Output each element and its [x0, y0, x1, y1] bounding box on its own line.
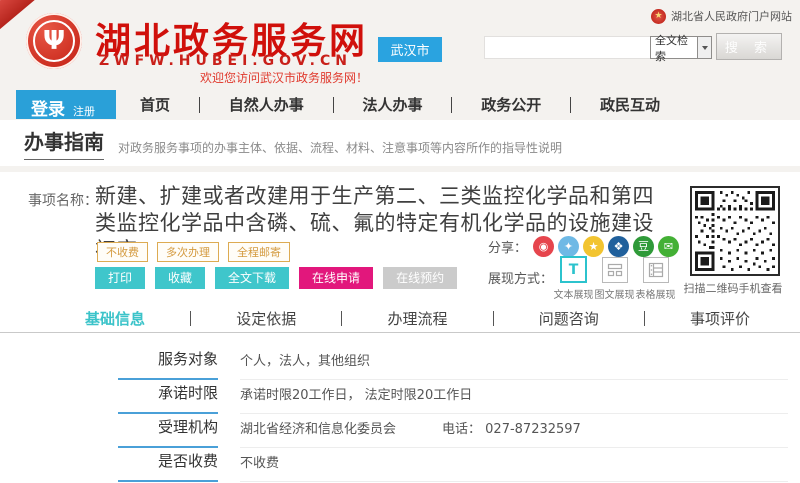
tag-no-fee: 不收费	[97, 242, 148, 262]
item-tags: 不收费 多次办理 全程邮寄	[97, 242, 290, 262]
detail-row-accepting-agency: 受理机构 湖北省经济和信息化委员会 电话： 027-87232597	[118, 414, 788, 448]
lyre-emblem-icon: Ψ	[33, 20, 75, 62]
agency-name: 湖北省经济和信息化委员会	[240, 418, 396, 447]
nav-item-home[interactable]: 首页	[140, 94, 170, 115]
dropdown-arrow-icon	[697, 37, 711, 58]
nav-separator	[451, 97, 452, 113]
tab-process[interactable]: 办理流程	[387, 308, 447, 329]
mode-table-display[interactable]: 表格展现	[635, 257, 676, 301]
nav-separator	[570, 97, 571, 113]
qzone-share-icon[interactable]: ★	[583, 236, 604, 257]
guide-subtitle: 对政务服务事项的办事主体、依据、流程、材料、注意事项等内容所作的指导性说明	[118, 139, 562, 156]
download-button[interactable]: 全文下载	[215, 267, 289, 289]
city-selector-button[interactable]: 武汉市	[378, 37, 442, 62]
portal-link[interactable]: ★ 湖北省人民政府门户网站	[651, 8, 792, 24]
nav-item-individual[interactable]: 自然人办事	[229, 94, 304, 115]
site-logo[interactable]: Ψ	[26, 13, 82, 69]
print-button[interactable]: 打印	[95, 267, 145, 289]
page: ★ 湖北省人民政府门户网站 Ψ 湖北政务服务网 ZWFW.HUBEI.GOV.C…	[0, 0, 800, 483]
nav-separator	[333, 97, 334, 113]
login-label: 登录	[31, 95, 65, 120]
detail-table: 服务对象 个人，法人，其他组织 承诺时限 承诺时限20工作日， 法定时限20工作…	[0, 346, 800, 482]
sina-weibo-share-icon[interactable]: ◉	[533, 236, 554, 257]
portal-label: 湖北省人民政府门户网站	[671, 8, 792, 24]
nav-item-interaction[interactable]: 政民互动	[600, 94, 660, 115]
renren-share-icon[interactable]: ❖	[608, 236, 629, 257]
douban-share-icon[interactable]: 豆	[633, 236, 654, 257]
nav-item-gov-disclosure[interactable]: 政务公开	[481, 94, 541, 115]
tab-separator	[190, 311, 191, 326]
table-display-icon	[643, 257, 669, 283]
tag-multiple-visits: 多次办理	[157, 242, 219, 262]
register-link[interactable]: 注册	[73, 103, 95, 119]
tab-basic-info[interactable]: 基础信息	[85, 308, 145, 329]
agency-phone: 电话： 027-87232597	[442, 418, 581, 447]
tab-legal-basis[interactable]: 设定依据	[236, 308, 296, 329]
display-modes: 展现方式： T 文本展现 图文展现	[488, 256, 676, 301]
search-input[interactable]	[484, 36, 654, 59]
guide-title: 办事指南	[24, 126, 104, 160]
tab-evaluation[interactable]: 事项评价	[690, 308, 750, 329]
tab-faq[interactable]: 问题咨询	[539, 308, 599, 329]
search-filter-dropdown[interactable]: 全文检索	[650, 36, 712, 59]
tag-full-mail: 全程邮寄	[228, 242, 290, 262]
tab-separator	[341, 311, 342, 326]
nav-item-legal-person[interactable]: 法人办事	[362, 94, 422, 115]
graphic-display-icon	[602, 257, 628, 283]
qr-code	[690, 186, 780, 276]
detail-row-time-limit: 承诺时限 承诺时限20工作日， 法定时限20工作日	[118, 380, 788, 414]
text-display-icon: T	[560, 256, 587, 283]
search-filter-value: 全文检索	[651, 32, 697, 64]
online-reserve-button[interactable]: 在线预约	[383, 267, 457, 289]
login-button[interactable]: 登录 注册	[16, 90, 116, 119]
online-apply-button[interactable]: 在线申请	[299, 267, 373, 289]
site-domain: ZWFW.HUBEI.GOV.CN	[99, 53, 352, 69]
detail-row-fee: 是否收费 不收费	[118, 448, 788, 482]
favorite-button[interactable]: 收藏	[155, 267, 205, 289]
tencent-weibo-share-icon[interactable]: ✦	[558, 236, 579, 257]
action-buttons: 打印 收藏 全文下载 在线申请 在线预约	[95, 267, 457, 289]
guide-band: 办事指南 对政务服务事项的办事主体、依据、流程、材料、注意事项等内容所作的指导性…	[0, 120, 800, 166]
search-button[interactable]: 搜 索	[716, 33, 782, 60]
detail-row-service-target: 服务对象 个人，法人，其他组织	[118, 346, 788, 380]
wechat-share-icon[interactable]: ✉	[658, 236, 679, 257]
national-emblem-icon: ★	[651, 9, 666, 24]
mode-graphic-display[interactable]: 图文展现	[594, 257, 635, 301]
tab-separator	[644, 311, 645, 326]
share-label: 分享：	[488, 237, 527, 256]
qr-caption: 扫描二维码手机查看	[678, 280, 788, 296]
tab-bar: 基础信息 设定依据 办理流程 问题咨询 事项评价	[0, 305, 800, 333]
main-panel: 事项名称： 新建、扩建或者改建用于生产第二、三类监控化学品和第四类监控化学品中含…	[0, 172, 800, 483]
mode-text-display[interactable]: T 文本展现	[553, 256, 594, 301]
item-name-label: 事项名称：	[28, 190, 98, 210]
main-nav: 首页 自然人办事 法人办事 政务公开 政民互动	[140, 90, 660, 119]
welcome-text: 欢迎您访问武汉市政务服务网！	[200, 69, 368, 86]
tab-separator	[493, 311, 494, 326]
share-row: 分享： ◉ ✦ ★ ❖ 豆 ✉	[488, 236, 679, 257]
nav-separator	[199, 97, 200, 113]
display-modes-label: 展现方式：	[488, 268, 553, 287]
